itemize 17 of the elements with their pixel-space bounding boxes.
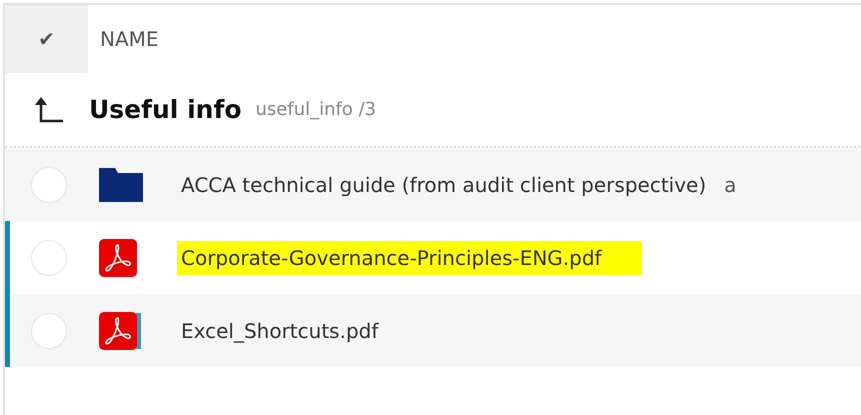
select-checkbox[interactable] xyxy=(31,240,67,276)
select-checkbox[interactable] xyxy=(31,166,67,202)
file-name[interactable]: Corporate-Governance-Principles-ENG.pdf xyxy=(177,240,642,274)
folder-path: useful_info /3 xyxy=(256,98,376,122)
file-name[interactable]: ACCA technical guide (from audit client perspective) xyxy=(177,168,710,202)
file-row[interactable]: Corporate-Governance-Principles-ENG.pdf xyxy=(5,221,861,294)
file-row[interactable]: ACCA technical guide (from audit client perspective) a xyxy=(5,148,861,221)
file-row[interactable]: Excel_Shortcuts.pdf xyxy=(5,294,861,367)
select-checkbox[interactable] xyxy=(31,312,67,348)
pdf-stack-icon xyxy=(99,312,143,350)
column-text: a xyxy=(724,172,736,198)
up-level-icon[interactable] xyxy=(35,96,63,122)
folder-title: Useful info xyxy=(89,94,242,126)
column-header[interactable]: NAME xyxy=(88,24,159,54)
file-name[interactable]: Excel_Shortcuts.pdf xyxy=(177,314,382,348)
folder-icon xyxy=(99,168,143,202)
select-all-button[interactable]: ✔ xyxy=(5,5,88,73)
